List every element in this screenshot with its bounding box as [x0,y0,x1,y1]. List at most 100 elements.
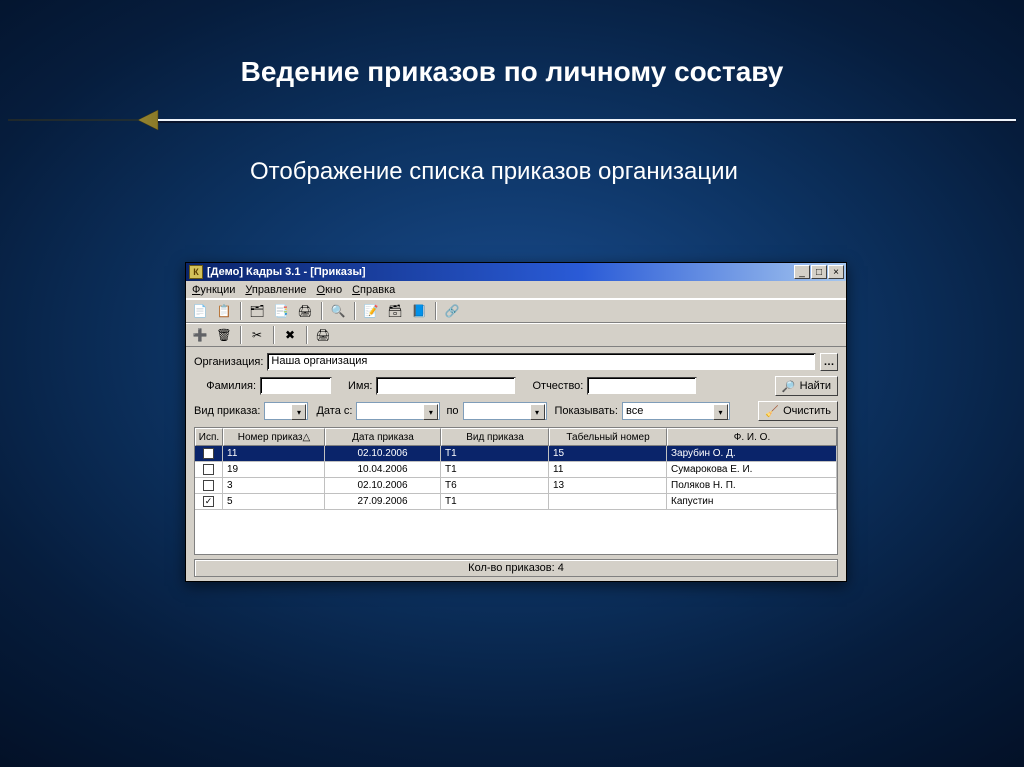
menu-window[interactable]: Окно [317,284,343,296]
close-button[interactable]: × [828,265,844,279]
cell-checkbox[interactable] [195,478,223,494]
toolbar-separator [306,326,307,344]
cell-checkbox[interactable] [195,462,223,478]
table-row[interactable]: 1102.10.2006T115Зарубин О. Д. [195,446,837,462]
toolbar-main: 📄 📋 🗂 📑 🖨 🔍 📝 🗃 📘 🔗 [186,299,846,323]
col-header-tabnum[interactable]: Табельный номер [549,428,667,446]
clear-button[interactable]: 🧹Очистить [758,401,838,421]
cell-tabnum: 13 [549,478,667,494]
status-bar: Кол-во приказов: 4 [194,559,838,577]
grid-header: Исп. Номер приказ△ Дата приказа Вид прик… [195,428,837,446]
link-icon[interactable]: 🔗 [442,301,462,321]
firstname-label: Имя: [348,380,372,392]
show-label: Показывать: [555,405,618,417]
find-button[interactable]: 🔎Найти [775,376,838,396]
toolbar-separator [435,302,436,320]
minimize-button[interactable]: _ [794,265,810,279]
app-icon: К [189,265,203,279]
cell-checkbox[interactable]: ✓ [195,494,223,510]
table-row[interactable]: 1910.04.2006T111Сумарокова Е. И. [195,462,837,478]
slide-divider [8,108,1016,136]
edit-icon[interactable]: 📝 [361,301,381,321]
menu-bar: Функции Управление Окно Справка [186,281,846,299]
show-select[interactable]: все [622,402,730,420]
cell-type: T1 [441,494,549,510]
slide-subtitle: Отображение списка приказов организации [250,156,810,188]
cell-type: T1 [441,462,549,478]
col-header-fio[interactable]: Ф. И. О. [667,428,837,446]
cancel-icon[interactable]: ✖ [280,325,300,345]
firstname-input[interactable] [376,377,516,395]
cell-fio: Зарубин О. Д. [667,446,837,462]
cell-tabnum [549,494,667,510]
binoculars-icon: 🔎 [782,380,796,393]
col-header-number[interactable]: Номер приказ△ [223,428,325,446]
box-icon[interactable]: 🗃 [385,301,405,321]
org-browse-button[interactable]: … [820,353,838,371]
toolbar-separator [354,302,355,320]
cell-date: 10.04.2006 [325,462,441,478]
search-icon[interactable]: 🔍 [328,301,348,321]
cell-number: 11 [223,446,325,462]
window-title: [Демо] Кадры 3.1 - [Приказы] [207,266,794,278]
maximize-button[interactable]: □ [811,265,827,279]
print-icon[interactable]: 🖨 [295,301,315,321]
menu-functions[interactable]: Функции [192,284,235,296]
cell-type: T1 [441,446,549,462]
copy-icon[interactable]: 📑 [271,301,291,321]
toolbar-separator [240,302,241,320]
status-count: Кол-во приказов: 4 [468,562,564,574]
patronymic-input[interactable] [587,377,697,395]
toolbar-separator [321,302,322,320]
date-from-select[interactable] [356,402,440,420]
order-type-label: Вид приказа: [194,405,260,417]
grid-body: 1102.10.2006T115Зарубин О. Д.1910.04.200… [195,446,837,554]
card-icon[interactable]: 🗂 [247,301,267,321]
date-to-label: по [446,405,458,417]
col-header-type[interactable]: Вид приказа [441,428,549,446]
surname-label: Фамилия: [194,380,256,392]
surname-input[interactable] [260,377,332,395]
cell-number: 5 [223,494,325,510]
print2-icon[interactable]: 🖨 [313,325,333,345]
slide-title: Ведение приказов по личному составу [0,56,1024,88]
title-bar[interactable]: К [Демо] Кадры 3.1 - [Приказы] _ □ × [186,263,846,281]
cell-tabnum: 15 [549,446,667,462]
org-input[interactable]: Наша организация [267,353,816,371]
col-header-isp[interactable]: Исп. [195,428,223,446]
delete-icon[interactable]: 🗑 [214,325,234,345]
table-row[interactable]: 302.10.2006T613Поляков Н. П. [195,478,837,494]
cell-date: 02.10.2006 [325,478,441,494]
cell-number: 3 [223,478,325,494]
document-icon[interactable]: 📄 [190,301,210,321]
table-row[interactable]: ✓527.09.2006T1 Капустин [195,494,837,510]
scissors-icon[interactable]: ✂ [247,325,267,345]
cell-number: 19 [223,462,325,478]
date-from-label: Дата с: [316,405,352,417]
toolbar-separator [273,326,274,344]
toolbar-secondary: ➕ 🗑 ✂ ✖ 🖨 [186,323,846,347]
menu-management[interactable]: Управление [245,284,306,296]
cell-fio: Поляков Н. П. [667,478,837,494]
patronymic-label: Отчество: [532,380,583,392]
filter-form: Организация: Наша организация … Фамилия:… [186,347,846,425]
toolbar-separator [240,326,241,344]
date-to-select[interactable] [463,402,547,420]
orders-grid: Исп. Номер приказ△ Дата приказа Вид прик… [194,427,838,555]
cell-date: 27.09.2006 [325,494,441,510]
org-label: Организация: [194,356,263,368]
cell-date: 02.10.2006 [325,446,441,462]
cell-fio: Капустин [667,494,837,510]
app-window: К [Демо] Кадры 3.1 - [Приказы] _ □ × Фун… [185,262,847,582]
cell-type: T6 [441,478,549,494]
brush-icon: 🧹 [765,405,779,418]
order-type-select[interactable] [264,402,308,420]
cell-tabnum: 11 [549,462,667,478]
cell-checkbox[interactable] [195,446,223,462]
menu-help[interactable]: Справка [352,284,395,296]
cell-fio: Сумарокова Е. И. [667,462,837,478]
list-icon[interactable]: 📋 [214,301,234,321]
book-icon[interactable]: 📘 [409,301,429,321]
col-header-date[interactable]: Дата приказа [325,428,441,446]
add-icon[interactable]: ➕ [190,325,210,345]
